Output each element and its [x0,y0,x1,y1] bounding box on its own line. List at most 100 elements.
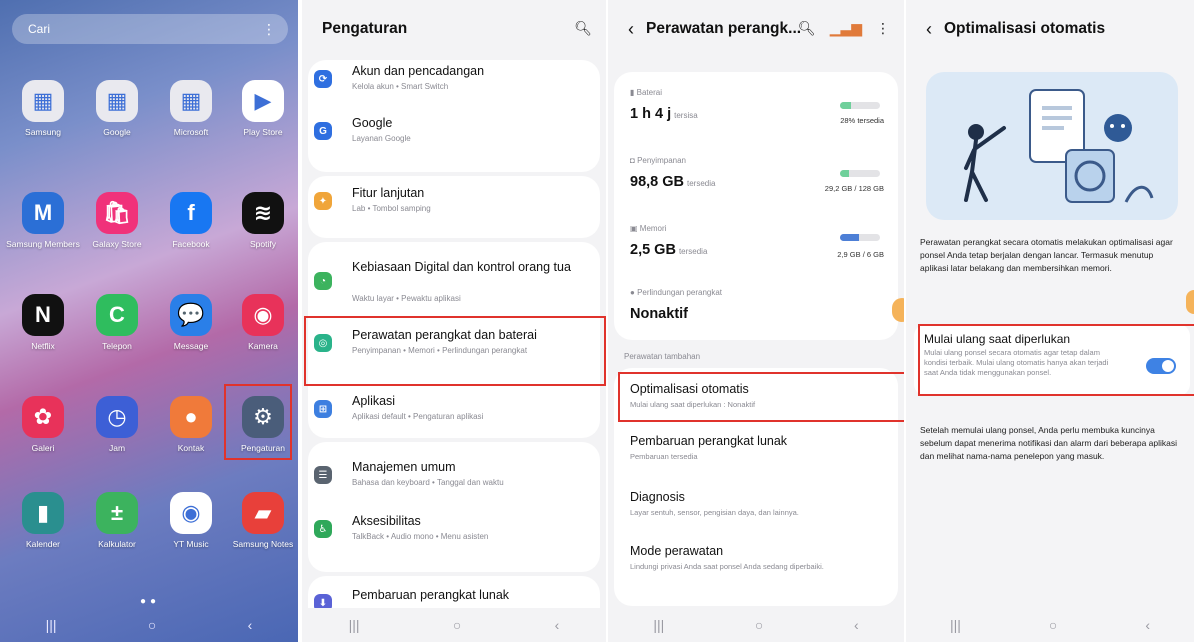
app-icon: 🛍 [96,192,138,234]
recent-apps-icon[interactable]: ||| [46,617,57,633]
optimization-illustration [926,72,1178,220]
app-label: Play Store [243,127,283,137]
opt-note: Setelah memulai ulang ponsel, Anda perlu… [920,425,1178,461]
app-icon: ≋ [242,192,284,234]
recent-apps-icon[interactable]: ||| [950,617,961,633]
storage-note: 29,2 GB / 128 GB [824,184,884,193]
settings-item-5[interactable]: ◎ Perawatan perangkat dan baterai Penyimpa… [302,326,606,372]
search-icon[interactable]: 🔍︎ [574,20,592,37]
memory-value: 2,5 GB tersedia [630,242,708,258]
opt-header: ‹ Optimalisasi otomatis [906,0,1194,58]
app-samsung-members[interactable]: M Samsung Members [6,192,80,249]
app-galaxy-store[interactable]: 🛍 Galaxy Store [80,192,154,249]
app-label: Kalender [25,539,61,549]
settings-header: Pengaturan 🔍︎ [302,0,606,58]
memory-label: ▣ Memori [630,224,667,233]
nav-bar: ||| ○ ‹ [0,608,298,642]
app-label: Galaxy Store [92,239,142,249]
back-arrow-icon[interactable]: ‹ [628,19,634,40]
app-label: Pengaturan [241,443,285,453]
floating-handle[interactable] [1186,290,1194,314]
settings-item-title: Aksesibilitas [352,514,421,528]
settings-item-6[interactable]: ⊞ Aplikasi Aplikasi default • Pengaturan a… [302,392,606,438]
more-options-icon[interactable]: ⋮ [262,14,276,44]
app-jam[interactable]: ◷ Jam [80,396,154,453]
search-icon[interactable]: 🔍︎ [798,20,816,37]
app-netflix[interactable]: N Netflix [6,294,80,351]
app-icon: ▮ [22,492,64,534]
settings-item-title: Aplikasi [352,394,396,408]
app-samsung[interactable]: ▦ Samsung [6,80,80,137]
app-icon: ▦ [22,80,64,122]
opt-description: Perawatan perangkat secara otomatis mela… [920,237,1173,273]
app-telepon[interactable]: C Telepon [80,294,154,351]
settings-item-7[interactable]: ☰ Manajemen umum Bahasa dan keyboard • Tan… [302,458,606,504]
settings-item-subtitle: TalkBack • Audio mono • Menu asisten [352,532,489,541]
app-yt-music[interactable]: ◉ YT Music [154,492,228,549]
app-icon: ▰ [242,492,284,534]
settings-item-3[interactable]: ✦ Fitur lanjutan Lab • Tombol samping [302,184,606,230]
settings-item-subtitle: Waktu layar • Pewaktu aplikasi [352,294,461,303]
floating-handle[interactable] [892,298,904,322]
settings-item-1[interactable]: ⟳ Akun dan pencadangan Kelola akun • Smart… [302,62,606,108]
home-search-placeholder: Cari [28,22,51,36]
app-facebook[interactable]: f Facebook [154,192,228,249]
app-icon: ▦ [96,80,138,122]
extra-care-label: Perawatan tambahan [624,352,701,361]
back-icon[interactable]: ‹ [854,617,859,633]
home-icon[interactable]: ○ [1049,617,1057,633]
nav-bar: ||| ○ ‹ [906,608,1194,642]
care-header: ‹ Perawatan perangk... 🔍︎ ▁▃▆ ⋮ [608,0,904,58]
page-title: Optimalisasi otomatis [944,20,1106,37]
home-icon[interactable]: ○ [148,617,156,633]
restart-setting-row[interactable]: Mulai ulang saat diperlukan Mulai ulang … [914,324,1190,396]
care-status-card: ▮ Baterai 1 h 4 j tersisa 28% tersedia ◘ … [614,72,898,340]
app-kalkulator[interactable]: ± Kalkulator [80,492,154,549]
app-label: Samsung Members [6,239,80,249]
app-label: Microsoft [173,127,209,137]
settings-item-subtitle: Penyimpanan • Memori • Perlindungan pera… [352,346,528,355]
app-pengaturan[interactable]: ⚙ Pengaturan [226,396,298,453]
back-arrow-icon[interactable]: ‹ [926,19,932,40]
storage-value: 98,8 GB tersedia [630,174,716,190]
home-icon[interactable]: ○ [453,617,461,633]
app-label: Samsung Notes [232,539,294,549]
app-spotify[interactable]: ≋ Spotify [226,192,298,249]
app-icon: ◉ [170,492,212,534]
memory-bar [840,234,880,241]
app-samsung-notes[interactable]: ▰ Samsung Notes [226,492,298,549]
recent-apps-icon[interactable]: ||| [349,617,360,633]
app-galeri[interactable]: ✿ Galeri [6,396,80,453]
app-kontak[interactable]: ● Kontak [154,396,228,453]
recent-apps-icon[interactable]: ||| [653,617,664,633]
settings-item-subtitle: Lab • Tombol samping [352,204,431,213]
back-icon[interactable]: ‹ [1145,617,1150,633]
settings-item-subtitle: Kelola akun • Smart Switch [352,82,449,91]
app-label: Kalkulator [98,539,136,549]
back-icon[interactable]: ‹ [248,617,253,633]
home-icon[interactable]: ○ [755,617,763,633]
app-kalender[interactable]: ▮ Kalender [6,492,80,549]
storage-label: ◘ Penyimpanan [630,156,686,165]
settings-item-title: Fitur lanjutan [352,186,425,200]
app-microsoft[interactable]: ▦ Microsoft [154,80,228,137]
app-label: YT Music [173,539,209,549]
app-message[interactable]: 💬 Message [154,294,228,351]
settings-item-title: Google [352,116,393,130]
home-screen: Cari ⋮ ▦ Samsung ▦ Google ▦ Microsoft ▶ Play St… [0,0,298,642]
settings-item-icon: ♿ [314,520,332,538]
settings-item-4[interactable]: ◔ Kebiasaan Digital dan kontrol orang tua… [302,258,606,304]
app-kamera[interactable]: ◉ Kamera [226,294,298,351]
settings-item-2[interactable]: G Google Layanan Google [302,114,606,160]
back-icon[interactable]: ‹ [555,617,560,633]
app-play-store[interactable]: ▶ Play Store [226,80,298,137]
app-icon: ▦ [170,80,212,122]
home-search-bar[interactable]: Cari ⋮ [12,14,288,44]
app-google[interactable]: ▦ Google [80,80,154,137]
chart-icon[interactable]: ▁▃▆ [830,20,862,37]
settings-item-icon: ☰ [314,466,332,484]
more-options-icon[interactable]: ⋮ [876,20,890,37]
restart-toggle[interactable] [1146,358,1176,374]
settings-item-8[interactable]: ♿ Aksesibilitas TalkBack • Audio mono • Me… [302,512,606,558]
app-label: Kontak [177,443,205,453]
